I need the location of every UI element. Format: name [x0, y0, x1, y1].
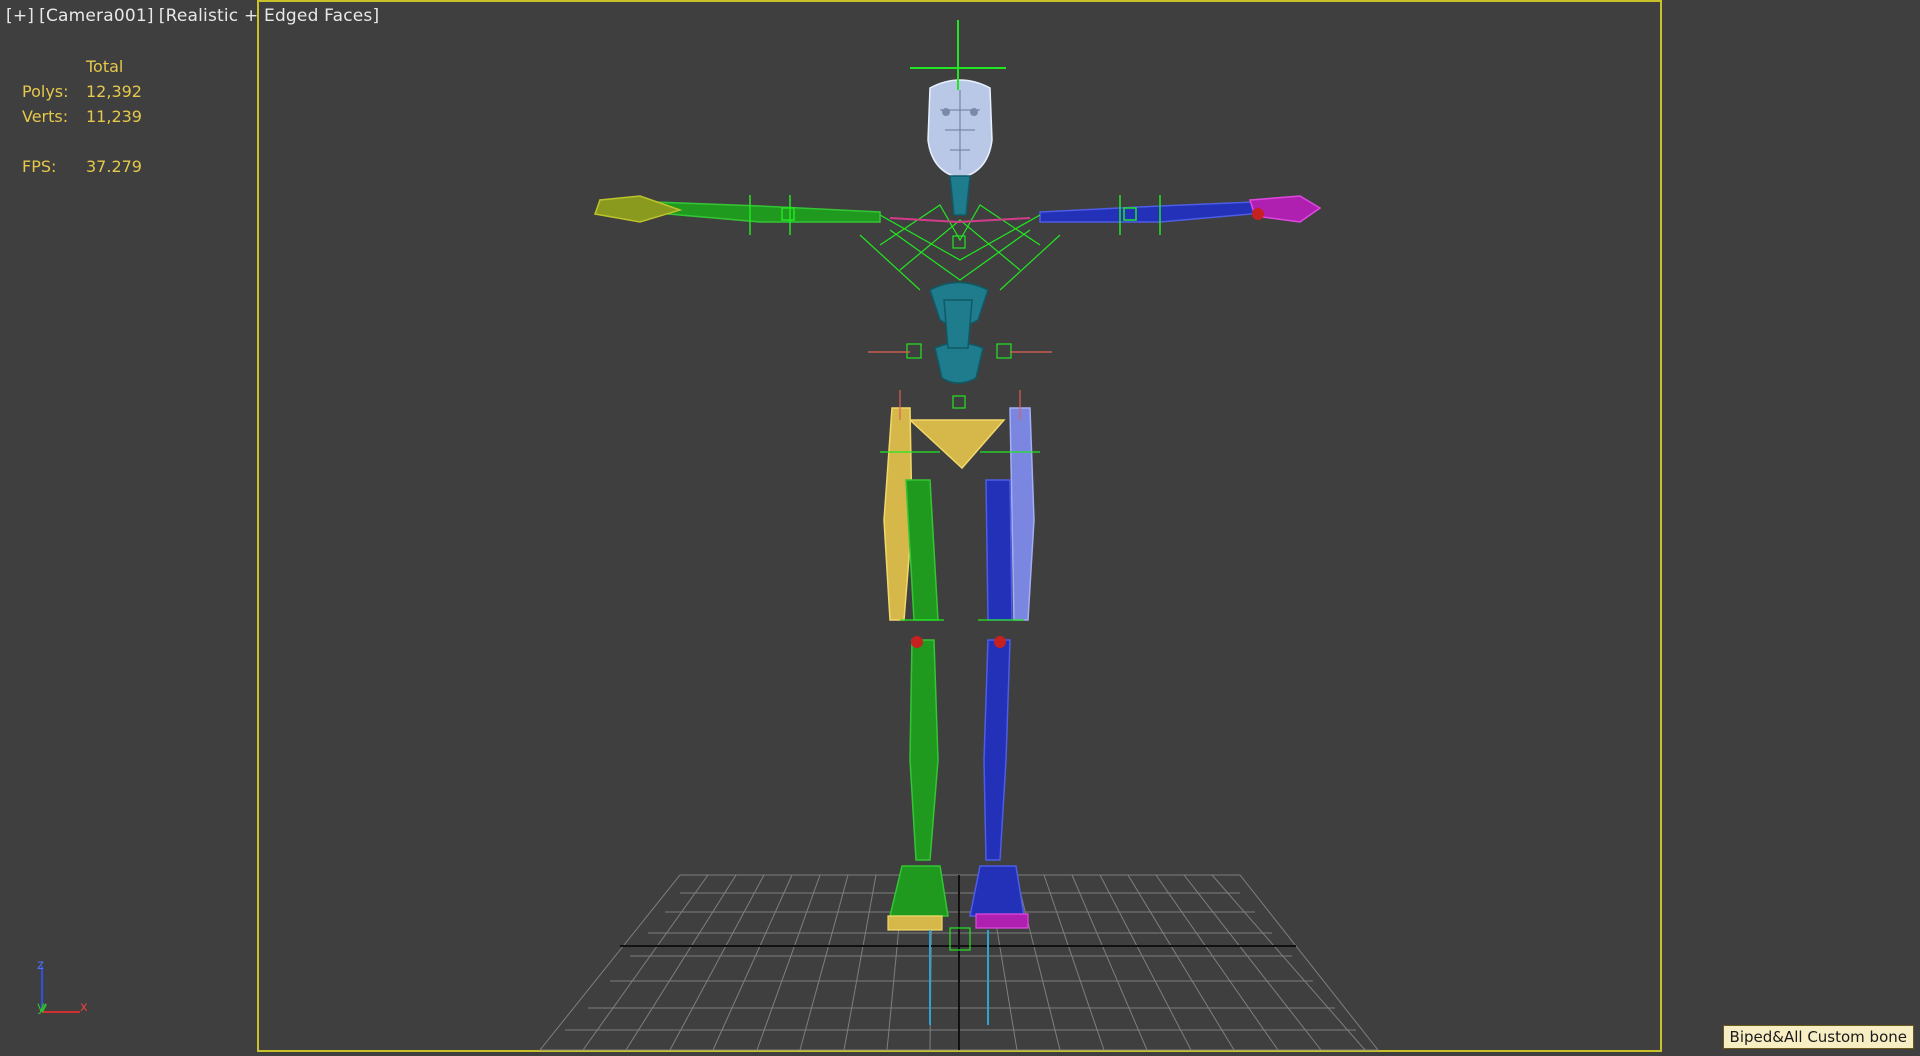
axis-y-label: y	[37, 1000, 45, 1015]
world-axis-gizmo	[41, 966, 80, 1013]
left-arm[interactable]	[593, 195, 881, 235]
pelvis-bone[interactable]	[908, 419, 1006, 470]
right-leg[interactable]	[969, 407, 1035, 1025]
head-mesh[interactable]	[927, 79, 993, 179]
right-arm[interactable]	[1039, 195, 1322, 235]
status-badge: Biped&All Custom bone	[1722, 1025, 1914, 1049]
grid-home-axes	[620, 875, 1296, 1050]
head-target-helper[interactable]	[910, 20, 1006, 90]
left-leg[interactable]	[883, 407, 949, 1025]
scene-canvas[interactable]	[0, 0, 1920, 1056]
axis-z-label: z	[37, 958, 44, 973]
axis-x-label: x	[80, 1000, 88, 1015]
viewport-camera001[interactable]: [+] [Camera001] [Realistic + Edged Faces] …	[0, 0, 1920, 1056]
